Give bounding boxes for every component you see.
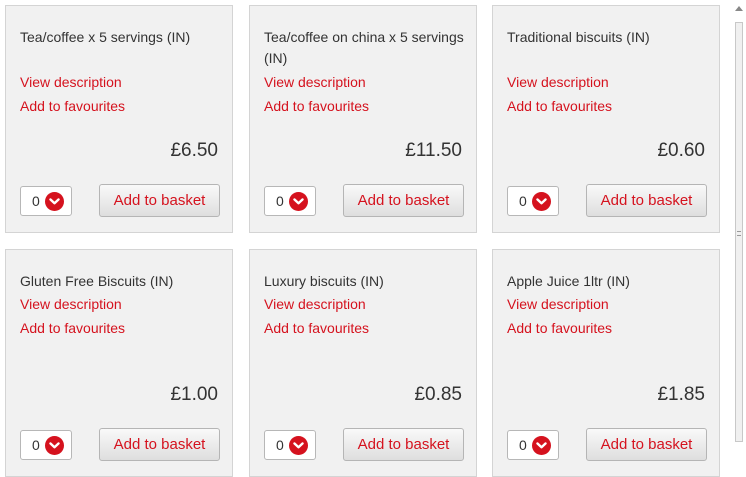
chevron-down-icon xyxy=(532,436,551,455)
product-price: £1.85 xyxy=(657,384,705,405)
add-to-basket-button[interactable]: Add to basket xyxy=(586,428,707,461)
chevron-down-icon xyxy=(289,192,308,211)
view-description-link[interactable]: View description xyxy=(507,70,712,94)
product-card: Luxury biscuits (IN) View description Ad… xyxy=(249,249,477,477)
chevron-down-icon xyxy=(289,436,308,455)
chevron-down-icon xyxy=(45,436,64,455)
product-links: View description Add to favourites xyxy=(264,292,469,340)
quantity-select[interactable]: 0 xyxy=(507,186,559,216)
grip-icon xyxy=(737,231,741,236)
view-description-link[interactable]: View description xyxy=(264,70,469,94)
add-to-favourites-link[interactable]: Add to favourites xyxy=(264,94,469,118)
add-to-basket-button[interactable]: Add to basket xyxy=(99,184,220,217)
product-name: Gluten Free Biscuits (IN) xyxy=(20,273,174,289)
product-price: £0.85 xyxy=(414,384,462,405)
quantity-select[interactable]: 0 xyxy=(264,430,316,460)
product-name: Tea/coffee x 5 servings (IN) xyxy=(20,29,191,45)
product-price: £11.50 xyxy=(405,140,462,161)
product-links: View description Add to favourites xyxy=(507,292,712,340)
product-name: Traditional biscuits (IN) xyxy=(507,29,650,45)
product-card: Apple Juice 1ltr (IN) View description A… xyxy=(492,249,720,477)
product-links: View description Add to favourites xyxy=(507,70,712,118)
view-description-link[interactable]: View description xyxy=(20,292,225,316)
quantity-value: 0 xyxy=(519,193,527,209)
add-to-basket-button[interactable]: Add to basket xyxy=(586,184,707,217)
quantity-select[interactable]: 0 xyxy=(507,430,559,460)
add-to-favourites-link[interactable]: Add to favourites xyxy=(20,316,225,340)
product-card: Traditional biscuits (IN) View descripti… xyxy=(492,5,720,233)
product-card: Tea/coffee on china x 5 servings (IN) Vi… xyxy=(249,5,477,233)
product-links: View description Add to favourites xyxy=(20,70,225,118)
product-name: Tea/coffee on china x 5 servings (IN) xyxy=(264,29,464,66)
add-to-basket-button[interactable]: Add to basket xyxy=(343,184,464,217)
add-to-basket-button[interactable]: Add to basket xyxy=(99,428,220,461)
product-price: £6.50 xyxy=(170,140,218,161)
quantity-select[interactable]: 0 xyxy=(264,186,316,216)
quantity-value: 0 xyxy=(32,193,40,209)
view-description-link[interactable]: View description xyxy=(264,292,469,316)
add-to-favourites-link[interactable]: Add to favourites xyxy=(264,316,469,340)
arrow-up-icon[interactable] xyxy=(735,6,743,11)
quantity-value: 0 xyxy=(276,437,284,453)
product-name: Apple Juice 1ltr (IN) xyxy=(507,273,630,289)
chevron-down-icon xyxy=(532,192,551,211)
product-links: View description Add to favourites xyxy=(264,70,469,118)
add-to-basket-button[interactable]: Add to basket xyxy=(343,428,464,461)
add-to-favourites-link[interactable]: Add to favourites xyxy=(20,94,225,118)
quantity-value: 0 xyxy=(276,193,284,209)
quantity-select[interactable]: 0 xyxy=(20,186,72,216)
product-name: Luxury biscuits (IN) xyxy=(264,273,384,289)
quantity-value: 0 xyxy=(519,437,527,453)
product-card: Tea/coffee x 5 servings (IN) View descri… xyxy=(5,5,233,233)
quantity-select[interactable]: 0 xyxy=(20,430,72,460)
vertical-scrollbar[interactable] xyxy=(732,0,746,449)
chevron-down-icon xyxy=(45,192,64,211)
scrollbar-thumb[interactable] xyxy=(735,22,743,442)
add-to-favourites-link[interactable]: Add to favourites xyxy=(507,316,712,340)
product-links: View description Add to favourites xyxy=(20,292,225,340)
product-price: £0.60 xyxy=(657,140,705,161)
product-price: £1.00 xyxy=(170,384,218,405)
add-to-favourites-link[interactable]: Add to favourites xyxy=(507,94,712,118)
view-description-link[interactable]: View description xyxy=(20,70,225,94)
quantity-value: 0 xyxy=(32,437,40,453)
view-description-link[interactable]: View description xyxy=(507,292,712,316)
product-card: Gluten Free Biscuits (IN) View descripti… xyxy=(5,249,233,477)
